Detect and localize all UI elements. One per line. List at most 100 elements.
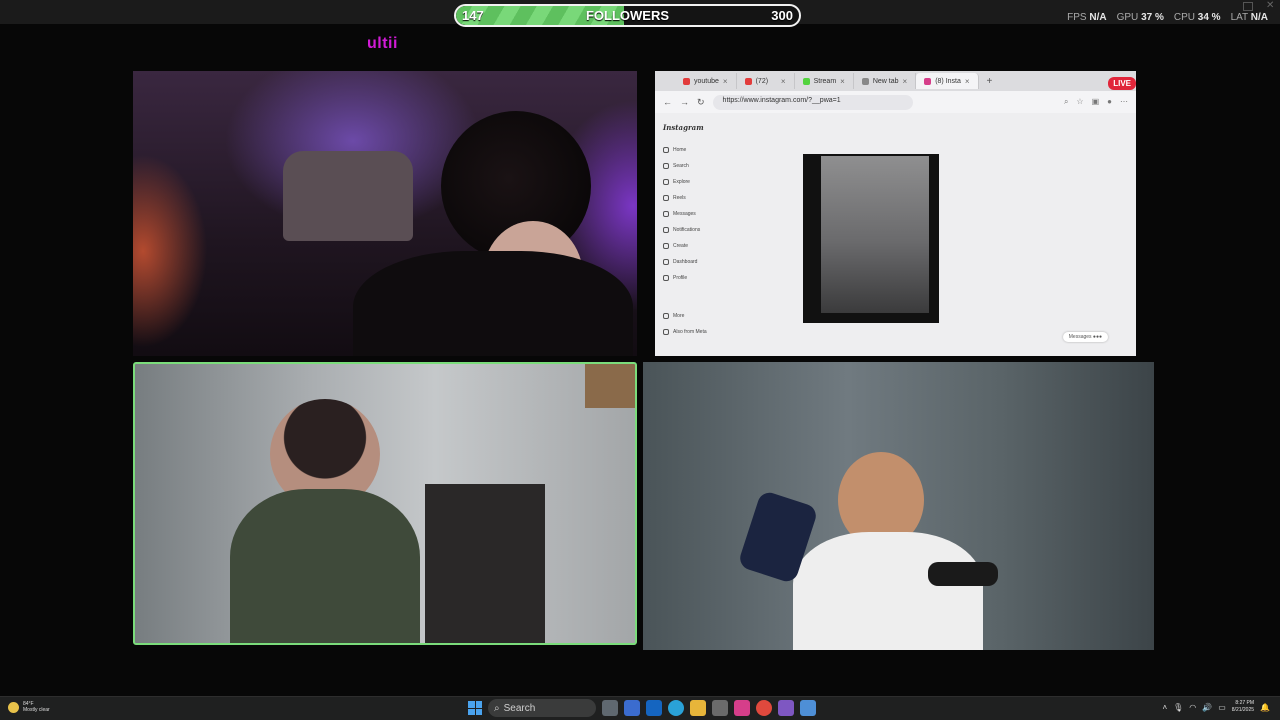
url-field[interactable]: https://www.instagram.com/?__pwa=1: [712, 94, 913, 110]
camera-feed-top-left: [133, 71, 637, 356]
ig-nav-reels[interactable]: Reels: [663, 190, 743, 206]
ig-nav-dashboard[interactable]: Dashboard: [663, 254, 743, 270]
plus-icon: [663, 243, 669, 249]
battery-icon[interactable]: ▭: [1218, 703, 1226, 712]
instagram-reel-post[interactable]: [803, 154, 939, 323]
brand-logo: ultii: [367, 35, 398, 52]
profile-icon: [663, 275, 669, 281]
widgets-icon[interactable]: [624, 700, 640, 716]
close-tab-icon[interactable]: ×: [903, 77, 908, 86]
follower-goal-target: 300: [771, 8, 793, 23]
taskbar-search[interactable]: ⌕ Search: [488, 699, 596, 717]
messages-icon: [663, 211, 669, 217]
performance-stats: FPS N/A GPU 37 % CPU 34 % LAT N/A: [1067, 12, 1268, 23]
heart-icon: [663, 227, 669, 233]
tab-instagram[interactable]: (8) Insta ×: [916, 73, 979, 89]
dashboard-icon: [663, 259, 669, 265]
profile-icon[interactable]: ●: [1107, 97, 1112, 107]
streamer-body: [353, 251, 633, 356]
meta-icon: [663, 329, 669, 335]
tab-youtube-2[interactable]: (72) ×: [737, 73, 795, 89]
task-view-icon[interactable]: [602, 700, 618, 716]
wifi-icon[interactable]: ◠: [1189, 703, 1196, 712]
follower-goal-bar: 147 FOLLOWERS 300: [454, 4, 801, 27]
stat-fps: FPS N/A: [1067, 12, 1107, 23]
system-tray: ˄ 🎙 ◠ 🔊 ▭ 8:27 PM 8/21/2025 🔔: [1162, 700, 1270, 714]
dresser: [425, 484, 545, 643]
store-icon[interactable]: [712, 700, 728, 716]
menu-icon: [663, 313, 669, 319]
volume-icon[interactable]: 🔊: [1202, 703, 1212, 712]
reload-icon[interactable]: ↻: [697, 97, 705, 108]
close-tab-icon[interactable]: ×: [965, 77, 970, 86]
ig-nav-home[interactable]: Home: [663, 142, 743, 158]
ig-nav-profile[interactable]: Profile: [663, 270, 743, 286]
weather-moon-icon: [8, 701, 19, 713]
camera-feed-bottom-left: [133, 362, 637, 645]
back-icon[interactable]: ←: [663, 97, 672, 107]
screen-share-browser: youtube × (72) × Stream × New tab × (8) Inst…: [655, 71, 1136, 356]
instagram-logo: Instagram: [663, 123, 704, 132]
notification-bell-icon[interactable]: 🔔: [1260, 703, 1270, 712]
obs-icon[interactable]: [778, 700, 794, 716]
browser-tab-strip: youtube × (72) × Stream × New tab × (8) Inst…: [655, 71, 1136, 91]
ig-nav-explore[interactable]: Explore: [663, 174, 743, 190]
app-icon[interactable]: [800, 700, 816, 716]
chevron-up-icon[interactable]: ˄: [1162, 703, 1167, 712]
reel-video-frame: [821, 156, 929, 313]
forward-icon[interactable]: →: [680, 97, 689, 107]
stat-gpu: GPU 37 %: [1116, 12, 1164, 23]
address-bar: ← → ↻ https://www.instagram.com/?__pwa=1…: [655, 91, 1136, 113]
youtube-icon: [744, 77, 752, 85]
microphone: [928, 562, 998, 586]
streamer-white-shirt: [793, 532, 983, 650]
ig-nav-meta[interactable]: Also from Meta: [663, 324, 707, 340]
stat-cpu: CPU 34 %: [1173, 12, 1221, 23]
messages-pill[interactable]: Messages ●●●: [1062, 332, 1108, 342]
chrome-icon[interactable]: [756, 700, 772, 716]
follower-goal-label: FOLLOWERS: [585, 8, 670, 23]
youtube-icon: [683, 77, 690, 85]
edge-icon[interactable]: [668, 700, 684, 716]
tab-youtube[interactable]: youtube ×: [675, 73, 737, 89]
ig-nav-messages[interactable]: Messages: [663, 206, 743, 222]
menu-icon[interactable]: ⋯: [1120, 97, 1128, 107]
tab-new[interactable]: New tab ×: [854, 73, 917, 89]
close-icon[interactable]: ✕: [1266, 1, 1276, 11]
browser-toolbar-icons: ⌕ ☆ ▣ ● ⋯: [1064, 97, 1128, 107]
restore-icon[interactable]: [1243, 2, 1253, 11]
close-tab-icon[interactable]: ×: [781, 77, 786, 86]
copilot-icon[interactable]: [646, 700, 662, 716]
instagram-app-icon[interactable]: [734, 700, 750, 716]
clock[interactable]: 8:27 PM 8/21/2025: [1232, 700, 1254, 714]
weather-desc: Mostly clear: [23, 707, 50, 713]
close-tab-icon[interactable]: ×: [840, 77, 845, 86]
ig-nav-more[interactable]: More: [663, 308, 707, 324]
search-icon: [663, 163, 669, 169]
reels-icon: [663, 195, 669, 201]
file-explorer-icon[interactable]: [690, 700, 706, 716]
ig-nav-create[interactable]: Create: [663, 238, 743, 254]
streamer-tank-top: [230, 489, 420, 643]
stat-lat: LAT N/A: [1230, 12, 1268, 23]
chair: [283, 151, 413, 241]
instagram-sidebar: Instagram Home Search Explore Reels Mess…: [663, 123, 743, 348]
taskbar-center: ⌕ Search: [468, 699, 816, 717]
favorite-icon[interactable]: ☆: [1076, 97, 1083, 107]
ig-nav-search[interactable]: Search: [663, 158, 743, 174]
zoom-icon[interactable]: ⌕: [1064, 97, 1068, 107]
live-badge: LIVE: [1108, 77, 1136, 90]
weather-widget[interactable]: 84°F Mostly clear: [8, 701, 50, 713]
ig-nav-notifications[interactable]: Notifications: [663, 222, 743, 238]
explore-icon: [663, 179, 669, 185]
extensions-icon[interactable]: ▣: [1092, 97, 1100, 107]
camera-feed-bottom-right: [643, 362, 1154, 650]
kick-icon: [802, 77, 810, 85]
tab-stream[interactable]: Stream ×: [795, 73, 854, 89]
close-tab-icon[interactable]: ×: [723, 77, 728, 86]
new-tab-icon[interactable]: +: [979, 76, 993, 87]
windows-taskbar: 84°F Mostly clear ⌕ Search ˄ 🎙 ◠ 🔊 ▭ 8:2…: [0, 696, 1280, 720]
windows-start-icon[interactable]: [468, 701, 482, 715]
mic-icon[interactable]: 🎙: [1173, 703, 1183, 712]
tab-icon: [861, 77, 869, 85]
